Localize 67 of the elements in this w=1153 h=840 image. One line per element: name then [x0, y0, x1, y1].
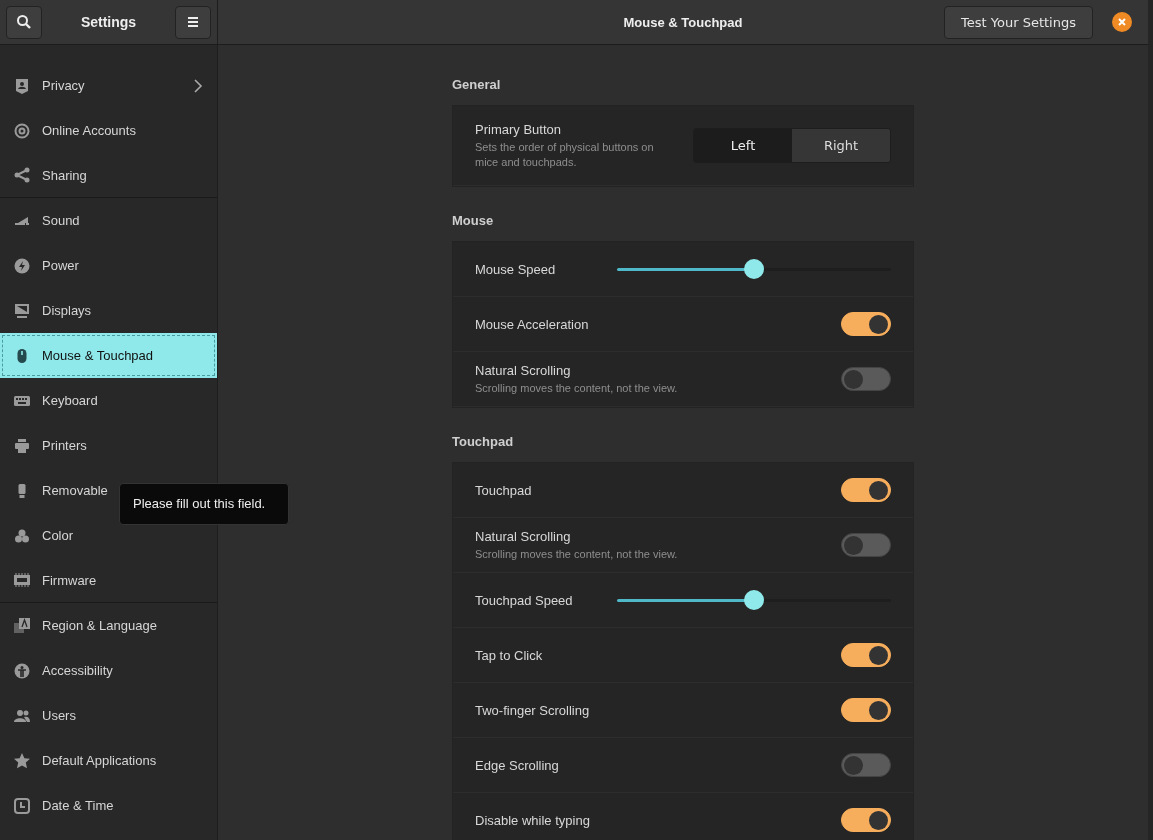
setting-description: Scrolling moves the content, not the view. [475, 546, 678, 562]
test-settings-button[interactable]: Test Your Settings [944, 5, 1093, 39]
toggle-switch[interactable] [841, 753, 891, 777]
close-icon [1118, 18, 1126, 26]
share-icon [14, 167, 30, 183]
sidebar-item[interactable]: Power [0, 243, 217, 288]
region-icon [14, 617, 30, 634]
setting-label: Natural Scrolling [475, 362, 572, 378]
setting-label: Mouse Acceleration [475, 316, 589, 332]
toggle-switch[interactable] [841, 808, 891, 832]
setting-label: Tap to Click [475, 647, 543, 663]
setting-label: Mouse Speed [475, 261, 556, 277]
mouse-icon [14, 347, 30, 364]
display-icon [14, 302, 30, 319]
sidebar-title: Settings [80, 14, 137, 30]
star-icon [14, 752, 30, 769]
sidebar-item[interactable]: Displays [0, 288, 217, 333]
setting-label: Touchpad [475, 482, 532, 498]
sidebar-item[interactable]: Sharing [0, 153, 217, 198]
sidebar-item[interactable]: Sound [0, 198, 217, 243]
page-title: Mouse & Touchpad [623, 14, 743, 30]
toggle-switch[interactable] [841, 643, 891, 667]
setting-label: Natural Scrolling [475, 528, 572, 544]
sidebar-item[interactable]: Default Applications [0, 738, 217, 783]
setting-label: Primary Button [475, 122, 562, 138]
sidebar-item[interactable]: Date & Time [0, 783, 217, 828]
slider-handle[interactable] [744, 589, 764, 610]
setting-description: Scrolling moves the content, not the view. [475, 380, 678, 396]
sidebar-item[interactable]: Region & Language [0, 603, 217, 648]
setting-label: Touchpad Speed [475, 592, 573, 608]
clock-icon [14, 797, 30, 814]
toggle-switch[interactable] [841, 478, 891, 502]
toggle-switch[interactable] [841, 533, 891, 557]
sidebar-item[interactable]: Online Accounts [0, 108, 217, 153]
toggle-switch[interactable] [841, 312, 891, 336]
power-icon [14, 257, 30, 274]
setting-label: Disable while typing [475, 812, 590, 828]
toggle-switch[interactable] [841, 698, 891, 722]
sidebar-item[interactable]: Keyboard [0, 378, 217, 423]
section-heading: General [452, 77, 502, 92]
sidebar-item[interactable]: Privacy [0, 63, 217, 108]
color-icon [14, 527, 30, 544]
search-icon [16, 14, 32, 30]
privacy-icon [14, 77, 30, 94]
sidebar-item[interactable]: Firmware [0, 558, 217, 603]
sidebar-item[interactable]: Mouse & Touchpad [0, 333, 217, 378]
setting-label: Edge Scrolling [475, 757, 559, 773]
segment-button[interactable]: Left [694, 129, 792, 162]
setting-description: Sets the order of physical buttons on mice and touchpads. [475, 140, 655, 169]
segment-button[interactable]: Right [792, 129, 890, 162]
section-heading: Touchpad [452, 434, 515, 449]
tooltip: Please fill out this field. [119, 483, 289, 525]
close-button[interactable] [1112, 12, 1132, 32]
toggle-switch[interactable] [841, 367, 891, 391]
slider-handle[interactable] [744, 258, 764, 279]
setting-label: Two-finger Scrolling [475, 702, 590, 718]
chip-icon [14, 572, 30, 588]
users-icon [14, 707, 30, 724]
menu-button[interactable] [175, 5, 211, 39]
printer-icon [14, 437, 30, 454]
sidebar-item[interactable]: Accessibility [0, 648, 217, 693]
section-heading: Mouse [452, 213, 495, 228]
menu-icon [187, 16, 199, 28]
sidebar-item[interactable]: Users [0, 693, 217, 738]
access-icon [14, 662, 30, 679]
sidebar-item[interactable]: Printers [0, 423, 217, 468]
search-button[interactable] [6, 5, 42, 39]
